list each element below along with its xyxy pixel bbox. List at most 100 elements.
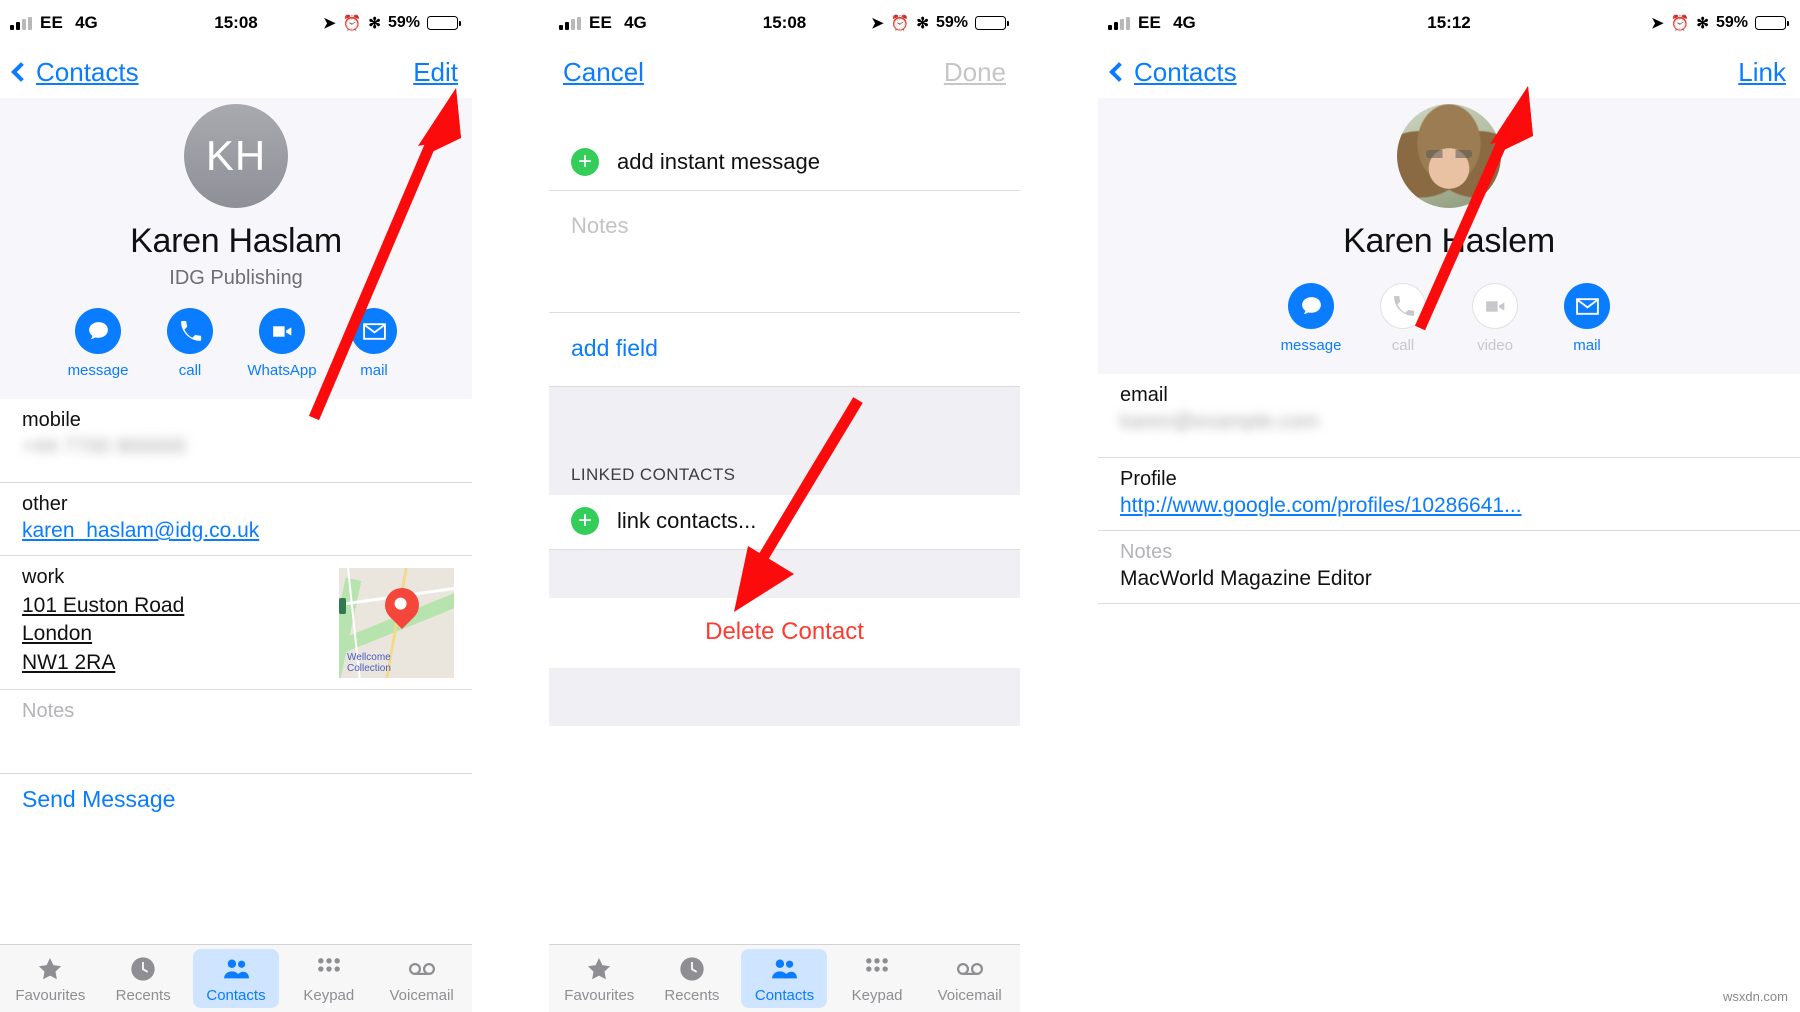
notes-placeholder: Notes <box>571 213 629 238</box>
alarm-clock-icon: ⏰ <box>342 14 362 32</box>
tab-keypad-label: Keypad <box>303 987 355 1004</box>
action-call[interactable]: call <box>144 308 236 379</box>
tab-voicemail-label: Voicemail <box>389 987 454 1004</box>
tab-recents[interactable]: Recents <box>649 949 735 1008</box>
back-label: Contacts <box>36 56 139 87</box>
action-video: video <box>1449 283 1541 354</box>
action-whatsapp[interactable]: WhatsApp <box>236 308 328 379</box>
field-email-label: email <box>1120 384 1168 406</box>
tab-voicemail-label: Voicemail <box>937 987 1002 1004</box>
action-mail-label: mail <box>360 362 388 379</box>
tab-keypad[interactable]: Keypad <box>286 949 372 1008</box>
action-message[interactable]: message <box>1265 283 1357 354</box>
keypad-icon <box>286 953 372 985</box>
tab-recents[interactable]: Recents <box>100 949 186 1008</box>
send-message-link[interactable]: Send Message <box>0 774 472 813</box>
message-icon <box>75 308 121 354</box>
quick-actions: message call WhatsApp mail <box>0 308 472 379</box>
avatar <box>1397 104 1501 208</box>
action-message-label: message <box>67 362 129 379</box>
link-contacts-row[interactable]: + link contacts... <box>549 495 1020 550</box>
tab-contacts[interactable]: Contacts <box>741 949 828 1008</box>
field-other-value[interactable]: karen_haslam@idg.co.uk <box>22 519 450 543</box>
status-right: ➤ ⏰ ✻ 59% <box>871 14 1009 32</box>
field-notes[interactable]: Notes <box>0 690 472 775</box>
tab-favourites-label: Favourites <box>15 987 86 1004</box>
field-mobile-value: +44 7700 900000 <box>22 435 187 458</box>
battery-icon <box>427 16 461 30</box>
tab-recents-label: Recents <box>115 987 171 1004</box>
done-button[interactable]: Done <box>944 57 1006 88</box>
action-whatsapp-label: WhatsApp <box>247 362 317 379</box>
link-button[interactable]: Link <box>1738 57 1786 88</box>
location-arrow-icon: ➤ <box>323 14 336 32</box>
bluetooth-icon: ✻ <box>1696 14 1709 32</box>
tab-voicemail[interactable]: Voicemail <box>379 949 465 1008</box>
action-mail[interactable]: mail <box>328 308 420 379</box>
tab-voicemail[interactable]: Voicemail <box>927 949 1013 1008</box>
alarm-clock-icon: ⏰ <box>890 14 910 32</box>
chevron-left-icon <box>11 62 31 82</box>
video-icon <box>1472 283 1518 329</box>
action-mail-label: mail <box>1573 337 1601 354</box>
contact-name: Karen Haslam <box>130 222 342 260</box>
map-thumbnail[interactable]: Wellcome Collection <box>339 568 454 678</box>
contact-header: Karen Haslem message call video mail <box>1098 98 1800 374</box>
add-instant-message-label: add instant message <box>617 149 821 174</box>
tab-contacts-label: Contacts <box>206 987 266 1004</box>
field-email[interactable]: email karen@example.com <box>1098 374 1800 458</box>
people-icon <box>741 953 827 985</box>
tab-keypad[interactable]: Keypad <box>834 949 920 1008</box>
add-instant-message-row[interactable]: + add instant message <box>549 136 1020 191</box>
tab-recents-label: Recents <box>664 987 720 1004</box>
location-arrow-icon: ➤ <box>871 14 884 32</box>
add-field-label: add field <box>571 335 658 361</box>
field-profile-value[interactable]: http://www.google.com/profiles/10286641.… <box>1120 494 1778 518</box>
battery-icon <box>975 16 1009 30</box>
field-profile[interactable]: Profile http://www.google.com/profiles/1… <box>1098 458 1800 531</box>
panel-edit-contact: EE 4G 15:08 ➤ ⏰ ✻ 59% Cancel Done + add … <box>549 0 1020 1012</box>
field-other-email[interactable]: other karen_haslam@idg.co.uk <box>0 483 472 556</box>
contact-header: KH Karen Haslam IDG Publishing message c… <box>0 98 472 399</box>
phone-icon <box>167 308 213 354</box>
star-icon <box>7 953 93 985</box>
edit-button[interactable]: Edit <box>413 57 458 88</box>
tab-favourites[interactable]: Favourites <box>556 949 642 1008</box>
message-icon <box>1288 283 1334 329</box>
back-button[interactable]: Contacts <box>11 56 139 88</box>
keypad-icon <box>834 953 920 985</box>
field-other-label: other <box>22 493 68 515</box>
field-mobile[interactable]: mobile +44 7700 900000 <box>0 399 472 483</box>
action-mail[interactable]: mail <box>1541 283 1633 354</box>
clock-icon <box>100 953 186 985</box>
screenshot-stage: EE 4G 15:08 ➤ ⏰ ✻ 59% Contacts Edit KH K… <box>0 0 1800 1012</box>
status-bar: EE 4G 15:08 ➤ ⏰ ✻ 59% <box>0 0 472 46</box>
cancel-button[interactable]: Cancel <box>563 57 644 88</box>
section-gap-3 <box>549 668 1020 726</box>
battery-percent-label: 59% <box>1715 14 1748 31</box>
back-button[interactable]: Contacts <box>1109 57 1237 88</box>
contact-name: Karen Haslem <box>1343 222 1555 260</box>
mail-icon <box>1564 283 1610 329</box>
tab-favourites[interactable]: Favourites <box>7 949 93 1008</box>
field-profile-label: Profile <box>1120 468 1177 490</box>
bluetooth-icon: ✻ <box>368 14 381 32</box>
field-work-address[interactable]: work 101 Euston Road London NW1 2RA Well… <box>0 556 472 691</box>
field-notes-value: MacWorld Magazine Editor <box>1120 567 1372 590</box>
action-message-label: message <box>1280 337 1342 354</box>
nav-bar: Contacts Link <box>1098 46 1800 98</box>
alarm-clock-icon: ⏰ <box>1670 14 1690 32</box>
tab-contacts-label: Contacts <box>754 987 815 1004</box>
carrier-label: EE <box>589 13 613 32</box>
add-field-row[interactable]: add field <box>549 313 1020 387</box>
notes-input[interactable]: Notes <box>549 191 1020 313</box>
action-message[interactable]: message <box>52 308 144 379</box>
battery-icon <box>1755 16 1789 30</box>
field-notes[interactable]: Notes MacWorld Magazine Editor <box>1098 531 1800 604</box>
tab-contacts[interactable]: Contacts <box>192 949 279 1008</box>
phone-icon <box>1380 283 1426 329</box>
field-notes-label: Notes <box>22 700 75 723</box>
nav-bar: Cancel Done <box>549 46 1020 98</box>
signal-bars-icon <box>559 16 581 30</box>
delete-contact-row[interactable]: Delete Contact <box>549 598 1020 668</box>
